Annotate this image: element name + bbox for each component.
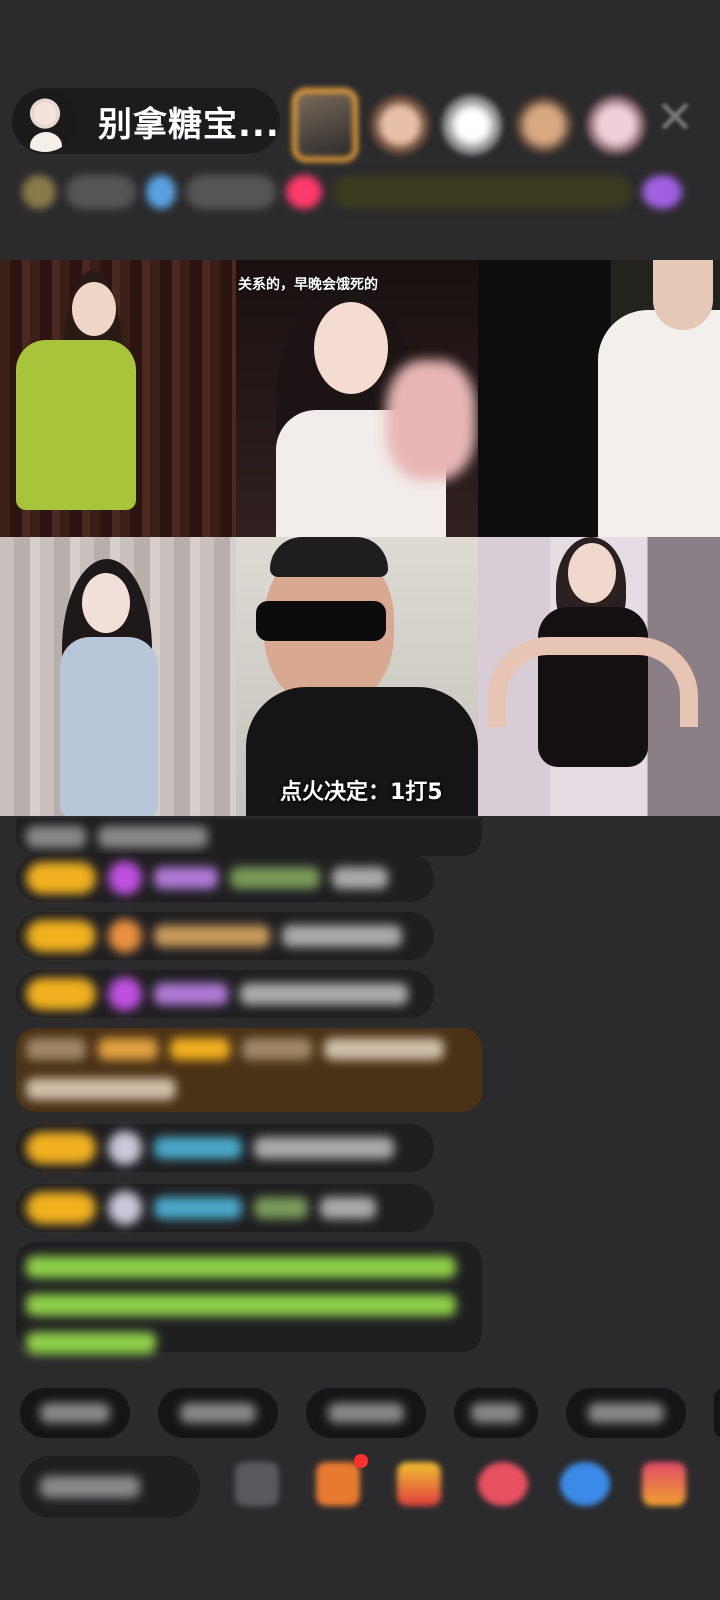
viewer-avatar[interactable] xyxy=(514,95,574,155)
gem-icon xyxy=(108,861,142,895)
chat-message[interactable] xyxy=(16,970,434,1018)
quick-reply-chip[interactable] xyxy=(566,1388,686,1438)
level-badge xyxy=(26,1132,96,1164)
quick-reply-chip[interactable] xyxy=(454,1388,538,1438)
bottom-toolbar xyxy=(20,1454,720,1526)
video-cell-1[interactable] xyxy=(0,260,236,537)
announcement-bar[interactable] xyxy=(332,175,632,209)
shop-icon[interactable] xyxy=(397,1462,441,1506)
hot-text xyxy=(186,175,276,209)
video-caption-bottom: 点火决定：1打5 xyxy=(280,780,443,805)
streamer-neck xyxy=(653,260,713,330)
level-badge xyxy=(26,1192,96,1224)
quick-reply-chip[interactable] xyxy=(714,1388,720,1438)
quick-reply-chip[interactable] xyxy=(306,1388,426,1438)
rank-badge[interactable] xyxy=(22,175,56,209)
level-badge xyxy=(26,920,96,952)
streamer-outfit xyxy=(16,340,136,510)
avatar-icon xyxy=(108,1131,142,1165)
video-cell-2[interactable]: 关系的，早晚会饿死的 xyxy=(236,260,478,537)
gem-icon xyxy=(108,977,142,1011)
sunglasses xyxy=(256,601,386,641)
chat-message[interactable] xyxy=(16,818,482,856)
raised-hand xyxy=(386,360,476,480)
chat-message-highlighted[interactable] xyxy=(16,1028,482,1112)
host-info[interactable]: 别拿糖宝... xyxy=(12,88,280,154)
level-badge xyxy=(26,978,96,1010)
gift-icon[interactable] xyxy=(316,1462,360,1506)
close-icon[interactable]: ✕ xyxy=(650,92,700,142)
streamer-outfit xyxy=(60,637,158,816)
video-cell-6[interactable] xyxy=(478,537,720,816)
quick-reply-chip[interactable] xyxy=(20,1388,130,1438)
chat-message[interactable] xyxy=(16,1124,434,1172)
streamer-hair xyxy=(270,537,388,577)
avatar-icon xyxy=(108,1191,142,1225)
notification-dot xyxy=(354,1454,368,1468)
level-badge xyxy=(26,862,96,894)
viewer-avatar[interactable] xyxy=(586,95,646,155)
viewer-avatar[interactable] xyxy=(370,95,430,155)
chat-message[interactable] xyxy=(16,854,434,902)
host-name[interactable]: 别拿糖宝... xyxy=(98,97,280,146)
streamer-outfit xyxy=(598,310,720,537)
hot-badge[interactable] xyxy=(146,175,176,209)
viewer-avatar[interactable] xyxy=(442,95,502,155)
rank-text xyxy=(66,175,136,209)
multi-guest-video-grid: 关系的，早晚会饿死的 点火决定：1打5 xyxy=(0,260,720,816)
video-cell-5[interactable]: 点火决定：1打5 xyxy=(236,537,478,816)
room-info-bar xyxy=(22,168,684,216)
streamer-arms xyxy=(488,637,698,727)
system-notice[interactable] xyxy=(16,1242,482,1354)
top-viewers-list xyxy=(292,88,646,162)
video-cell-3[interactable] xyxy=(478,260,720,537)
purple-badge-icon[interactable] xyxy=(642,175,682,209)
comment-input[interactable] xyxy=(20,1456,200,1518)
streamer-face xyxy=(568,543,616,603)
more-icon[interactable] xyxy=(235,1462,279,1506)
grid-icon[interactable] xyxy=(642,1462,686,1506)
share-icon[interactable] xyxy=(560,1462,610,1506)
video-cell-4[interactable] xyxy=(0,537,236,816)
streamer-face xyxy=(72,282,116,336)
like-icon[interactable] xyxy=(478,1462,528,1506)
streamer-face xyxy=(314,302,388,394)
chat-message[interactable] xyxy=(16,912,434,960)
chat-message[interactable] xyxy=(16,1184,434,1232)
streamer-face xyxy=(82,573,130,633)
medal-icon xyxy=(108,919,142,953)
viewer-avatar[interactable] xyxy=(292,88,358,162)
fan-club-icon[interactable] xyxy=(286,175,322,209)
quick-reply-bar xyxy=(20,1388,720,1438)
quick-reply-chip[interactable] xyxy=(158,1388,278,1438)
host-avatar[interactable] xyxy=(14,90,76,152)
